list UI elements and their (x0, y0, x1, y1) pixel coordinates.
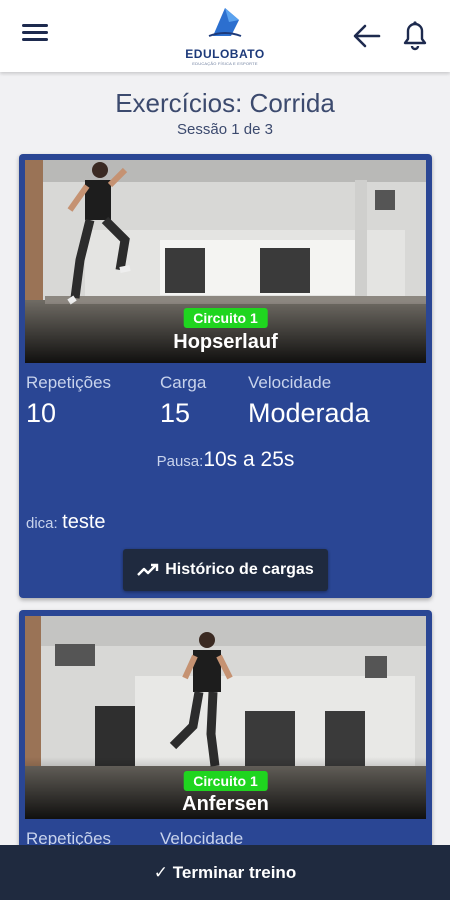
exercise-name: Hopserlauf (173, 331, 278, 353)
load-history-button[interactable]: Histórico de cargas (123, 549, 328, 591)
load-value: 15 (160, 398, 191, 428)
load-label: Carga (160, 373, 207, 392)
pause-label: Pausa: (156, 453, 204, 470)
finish-workout-label: ✓ Terminar treino (153, 862, 297, 882)
arrow-left-icon[interactable] (352, 22, 382, 50)
bell-icon[interactable] (399, 18, 431, 52)
tip-label: dica: (26, 515, 58, 532)
logo: EDULOBATO EDUCAÇÃO FÍSICA E ESPORTE (180, 6, 270, 66)
reps-label: Repetições (26, 373, 112, 392)
exercise-name: Anfersen (182, 793, 269, 815)
logo-mark-icon (208, 8, 242, 37)
exercise-card: Circuito 1 Hopserlauf Repetições 10 Carg… (19, 154, 432, 598)
circuit-badge: Circuito 1 (183, 308, 268, 328)
session-indicator: Sessão 1 de 3 (177, 121, 273, 138)
reps-value: 10 (26, 398, 57, 428)
page-header: Exercícios: Corrida Sessão 1 de 3 (0, 88, 450, 138)
logo-text: EDULOBATO (185, 47, 265, 61)
finish-workout-button[interactable]: ✓ Terminar treino (0, 845, 450, 900)
exercise-video[interactable]: Circuito 1 Anfersen (25, 616, 426, 819)
speed-label: Velocidade (248, 373, 332, 392)
menu-icon[interactable] (22, 24, 48, 48)
speed-value: Moderada (248, 398, 370, 428)
app-bar: EDULOBATO EDUCAÇÃO FÍSICA E ESPORTE (0, 0, 450, 72)
trending-up-icon (137, 563, 159, 576)
pause-value: 10s a 25s (203, 448, 295, 471)
page-title: Exercícios: Corrida (115, 88, 335, 118)
exercise-video[interactable]: Circuito 1 Hopserlauf (25, 160, 426, 363)
pause-info: Pausa:10s a 25s (19, 448, 432, 472)
tip-info: dica: teste (26, 511, 106, 534)
tip-value: teste (62, 511, 106, 533)
logo-subtitle: EDUCAÇÃO FÍSICA E ESPORTE (192, 61, 258, 66)
load-history-label: Histórico de cargas (165, 561, 314, 578)
circuit-badge: Circuito 1 (183, 771, 268, 791)
